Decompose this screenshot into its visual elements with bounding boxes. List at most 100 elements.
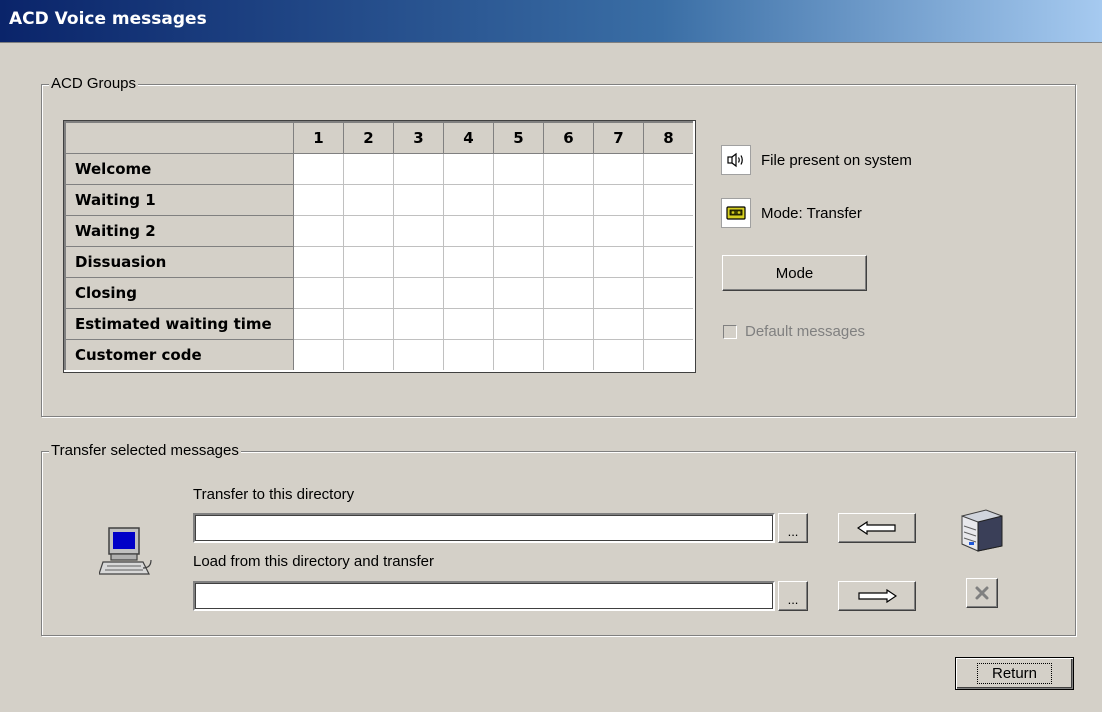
grid-cell[interactable] (593, 339, 644, 372)
grid-cell[interactable] (293, 215, 344, 247)
grid-cell[interactable] (593, 215, 644, 247)
grid-row: Welcome (64, 153, 695, 185)
close-icon (975, 586, 989, 600)
grid-cell[interactable] (593, 246, 644, 278)
load-and-transfer-button[interactable] (838, 581, 916, 611)
grid-cell[interactable] (393, 184, 444, 216)
grid-cell[interactable] (543, 277, 594, 309)
grid-cell[interactable] (293, 184, 344, 216)
cancel-transfer-button[interactable] (966, 578, 998, 608)
grid-cell[interactable] (593, 184, 644, 216)
grid-cell[interactable] (493, 308, 544, 340)
grid-cell[interactable] (543, 184, 594, 216)
grid-cell[interactable] (343, 215, 394, 247)
grid-cell[interactable] (343, 339, 394, 372)
grid-cell[interactable] (343, 153, 394, 185)
grid-cell[interactable] (543, 308, 594, 340)
grid-cell[interactable] (343, 277, 394, 309)
row-header[interactable]: Dissuasion (64, 246, 294, 278)
transfer-to-browse-button[interactable]: ... (778, 513, 808, 543)
grid-row: Dissuasion (64, 246, 695, 278)
grid-row: Closing (64, 277, 695, 309)
row-header[interactable]: Estimated waiting time (64, 308, 294, 340)
transfer-to-button[interactable] (838, 513, 916, 543)
grid-cell[interactable] (643, 339, 695, 372)
default-messages-option[interactable]: Default messages (723, 323, 865, 340)
grid-cell[interactable] (293, 246, 344, 278)
grid-cell[interactable] (493, 215, 544, 247)
default-messages-checkbox[interactable] (723, 324, 737, 339)
column-header[interactable]: 5 (493, 121, 544, 154)
grid-cell[interactable] (493, 246, 544, 278)
column-header[interactable]: 6 (543, 121, 594, 154)
grid-cell[interactable] (293, 308, 344, 340)
grid-cell[interactable] (443, 308, 494, 340)
row-header[interactable]: Closing (64, 277, 294, 309)
grid-cell[interactable] (643, 153, 695, 185)
grid-cell[interactable] (593, 308, 644, 340)
grid-cell[interactable] (493, 277, 544, 309)
grid-cell[interactable] (643, 184, 695, 216)
return-button-label: Return (976, 663, 1053, 684)
transfer-to-directory-input[interactable] (193, 513, 775, 543)
grid-cell[interactable] (443, 246, 494, 278)
row-header[interactable]: Waiting 1 (64, 184, 294, 216)
row-header[interactable]: Welcome (64, 153, 294, 185)
grid-cell[interactable] (293, 277, 344, 309)
acd-messages-grid: 1 2 3 4 5 6 7 8 Welcome Waiting 1 Waiting … (63, 120, 696, 373)
grid-cell[interactable] (393, 215, 444, 247)
grid-cell[interactable] (593, 277, 644, 309)
column-header[interactable]: 4 (443, 121, 494, 154)
grid-cell[interactable] (393, 339, 444, 372)
grid-cell[interactable] (493, 184, 544, 216)
arrow-right-icon (858, 589, 897, 603)
pabx-device-icon (956, 506, 1006, 556)
grid-cell[interactable] (543, 215, 594, 247)
grid-cell[interactable] (443, 153, 494, 185)
grid-cell[interactable] (393, 308, 444, 340)
grid-corner (64, 121, 294, 154)
grid-cell[interactable] (343, 246, 394, 278)
grid-cell[interactable] (393, 277, 444, 309)
transfer-to-label: Transfer to this directory (193, 486, 355, 503)
column-header[interactable]: 8 (643, 121, 695, 154)
grid-cell[interactable] (493, 339, 544, 372)
grid-cell[interactable] (543, 153, 594, 185)
grid-cell[interactable] (293, 339, 344, 372)
grid-cell[interactable] (593, 153, 644, 185)
mode-button[interactable]: Mode (722, 255, 867, 291)
row-header[interactable]: Waiting 2 (64, 215, 294, 247)
return-button[interactable]: Return (955, 657, 1074, 690)
grid-header-row: 1 2 3 4 5 6 7 8 (64, 121, 695, 154)
grid-cell[interactable] (393, 246, 444, 278)
grid-cell[interactable] (543, 246, 594, 278)
grid-cell[interactable] (393, 153, 444, 185)
pc-icon (98, 526, 155, 582)
file-present-legend: File present on system (721, 145, 912, 175)
grid-cell[interactable] (343, 308, 394, 340)
grid-cell[interactable] (643, 308, 695, 340)
column-header[interactable]: 1 (293, 121, 344, 154)
grid-row: Estimated waiting time (64, 308, 695, 340)
file-present-label: File present on system (761, 151, 912, 169)
grid-cell[interactable] (643, 277, 695, 309)
grid-cell[interactable] (543, 339, 594, 372)
column-header[interactable]: 7 (593, 121, 644, 154)
column-header[interactable]: 2 (343, 121, 394, 154)
tape-icon (721, 198, 751, 228)
arrow-left-icon (857, 521, 896, 535)
grid-cell[interactable] (443, 184, 494, 216)
column-header[interactable]: 3 (393, 121, 444, 154)
load-from-directory-input[interactable] (193, 581, 775, 611)
grid-cell[interactable] (443, 339, 494, 372)
grid-cell[interactable] (643, 215, 695, 247)
grid-cell[interactable] (643, 246, 695, 278)
load-from-label: Load from this directory and transfer (193, 553, 434, 570)
row-header[interactable]: Customer code (64, 339, 294, 372)
load-from-browse-button[interactable]: ... (778, 581, 808, 611)
grid-cell[interactable] (443, 277, 494, 309)
grid-cell[interactable] (293, 153, 344, 185)
grid-cell[interactable] (443, 215, 494, 247)
grid-cell[interactable] (343, 184, 394, 216)
grid-cell[interactable] (493, 153, 544, 185)
